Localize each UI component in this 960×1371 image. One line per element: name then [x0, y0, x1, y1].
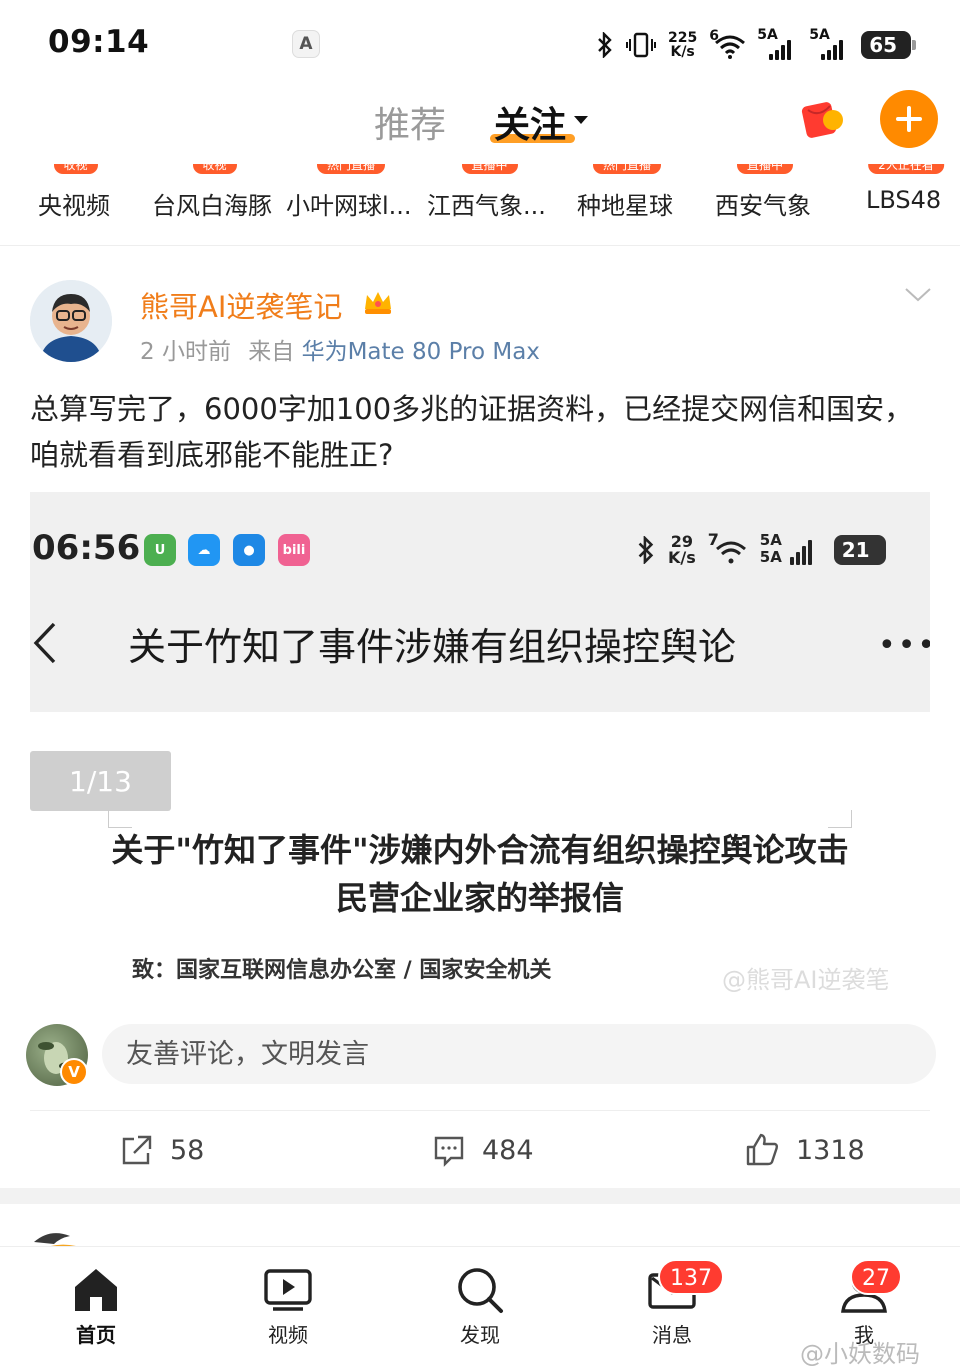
wifi-icon: 6	[709, 29, 746, 59]
nav-discover[interactable]: 发现	[430, 1265, 530, 1351]
image-watermark: @熊哥AI逆袭笔	[722, 966, 890, 994]
search-icon	[458, 1268, 503, 1313]
author-avatar[interactable]	[30, 280, 112, 362]
bluetooth-icon	[598, 32, 612, 58]
author-name[interactable]: 熊哥AI逆袭笔记	[140, 284, 342, 326]
bilibili-app-icon: bili	[278, 534, 310, 566]
game-app-icon: U	[149, 34, 163, 54]
status-time: 09:14	[48, 24, 150, 60]
tab-follow[interactable]: 关注	[494, 96, 566, 148]
home-icon	[75, 1269, 117, 1311]
post-meta: 2 小时前 来自 华为Mate 80 Pro Max	[140, 332, 540, 366]
game-app-icon: U	[144, 534, 176, 566]
signal-sim1-icon: 5A	[757, 28, 797, 60]
wifi-icon: 7	[708, 532, 748, 565]
live-badge: 2人正在看	[868, 164, 944, 174]
battery-icon: 65	[861, 31, 917, 59]
nav-home[interactable]: 首页	[46, 1265, 146, 1351]
post-from-label: 来自	[248, 339, 295, 365]
red-packet-icon[interactable]	[800, 98, 846, 140]
nav-messages[interactable]: 消息 137	[622, 1259, 724, 1351]
post-time: 2 小时前	[140, 339, 231, 365]
vibrate-icon	[626, 32, 656, 58]
nav-label: 发现	[460, 1323, 500, 1347]
messages-badge: 137	[658, 1259, 724, 1295]
live-badge: 直播中	[736, 164, 794, 174]
comment-count: 484	[482, 1134, 534, 1166]
live-item-tennis[interactable]: 热门直播小叶网球l...	[286, 164, 416, 244]
chevron-down-icon[interactable]	[904, 280, 932, 308]
net-speed: 225 K/s	[668, 30, 698, 60]
share-icon	[122, 1135, 152, 1165]
verified-badge: V	[60, 1058, 88, 1086]
live-badge: 直播中	[461, 164, 518, 174]
repost-button[interactable]: 58	[120, 1128, 204, 1172]
comment-input[interactable]	[102, 1024, 936, 1084]
signal-icon: 5A 5A	[760, 533, 822, 567]
crown-icon	[365, 292, 391, 314]
weather-app-icon: ☁	[188, 534, 220, 566]
chevron-down-icon[interactable]	[574, 116, 588, 124]
location-icon: A	[292, 30, 320, 58]
comment-button[interactable]: 484	[432, 1128, 534, 1172]
me-badge: 27	[850, 1259, 902, 1295]
live-badge: 热门直播	[592, 164, 662, 174]
live-name: 江西气象...	[427, 192, 546, 220]
chart-app-icon: ◎	[260, 34, 276, 54]
live-name: LBS48	[866, 186, 942, 214]
back-arrow-icon	[33, 622, 56, 664]
repost-count: 58	[170, 1134, 205, 1166]
nav-label: 首页	[76, 1323, 116, 1347]
more-icon: •••	[878, 628, 930, 663]
live-item-cctv[interactable]: 收视 央视频	[38, 164, 113, 244]
signal-sim2-icon: 5A	[809, 28, 849, 60]
plus-icon	[896, 106, 922, 132]
image-page-indicator: 1/13	[30, 751, 171, 811]
live-name: 台风白海豚	[152, 192, 272, 220]
like-button[interactable]: 1318	[744, 1128, 865, 1172]
live-strip: 收视央视频 收视台风白海豚 热门直播小叶网球l... 直播中江西气象... 热门…	[0, 164, 960, 246]
video-icon	[264, 1269, 312, 1311]
live-item-typhoon[interactable]: 收视 台风白海豚	[152, 164, 277, 244]
image-status-time: 06:56	[32, 528, 141, 568]
live-item-xian-weather[interactable]: 直播中 西安气象	[715, 164, 815, 244]
message-app-icon: ●	[233, 534, 265, 566]
bluetooth-icon	[638, 536, 654, 564]
post-text: 总算写完了，6000字加100多兆的证据资料，已经提交网信和国安，咱就看看到底邪…	[30, 392, 914, 472]
live-name: 种地星球	[577, 192, 673, 220]
document-title: 关于"竹知了事件"涉嫌内外合流有组织操控舆论攻击民营企业家的举报信	[111, 831, 849, 917]
browser-icon: ◈	[223, 34, 237, 54]
alipay-icon: 支	[184, 36, 202, 57]
live-item-lbs48[interactable]: 2人正在看 LBS48	[866, 164, 946, 244]
post-image[interactable]: 06:56 U ☁ ● bili 29 K/s 7 5A 5A 21 关于竹知了事…	[30, 492, 930, 712]
nav-label: 视频	[268, 1323, 308, 1347]
divider	[30, 1110, 930, 1111]
live-name: 小叶网球l...	[286, 192, 412, 220]
live-name: 西安气象	[715, 192, 811, 220]
app-screen: { "status_bar": { "time": "09:14", "app_…	[0, 0, 960, 1371]
compose-button[interactable]	[880, 90, 938, 148]
image-status-indicators: 29 K/s 7 5A 5A 21	[636, 530, 886, 570]
live-item-jiangxi-weather[interactable]: 直播中江西气象...	[427, 164, 552, 244]
post-device[interactable]: 华为Mate 80 Pro Max	[302, 339, 540, 365]
tab-recommend[interactable]: 推荐	[374, 96, 446, 148]
live-name: 央视频	[38, 192, 110, 220]
thumbs-up-icon	[746, 1133, 778, 1166]
nav-label: 消息	[652, 1323, 692, 1347]
live-badge: 热门直播	[316, 164, 386, 174]
feed-separator	[0, 1188, 960, 1204]
comment-icon	[434, 1136, 464, 1167]
image-net-speed: 29 K/s	[668, 532, 696, 567]
live-item-farming[interactable]: 热门直播 种地星球	[577, 164, 677, 244]
live-badge: 收视	[53, 164, 98, 174]
image-page-title: 关于竹知了事件涉嫌有组织操控舆论	[128, 625, 737, 669]
weibo-watermark: @小妖数码	[800, 1340, 920, 1368]
like-count: 1318	[796, 1134, 865, 1166]
status-indicators: 225 K/s 6 5A 5A 65	[596, 28, 917, 62]
nav-video[interactable]: 视频	[238, 1265, 338, 1351]
live-badge: 收视	[192, 164, 237, 174]
document-recipient: 致：国家互联网信息办公室 / 国家安全机关	[132, 958, 552, 983]
battery-icon: 21	[833, 535, 886, 565]
